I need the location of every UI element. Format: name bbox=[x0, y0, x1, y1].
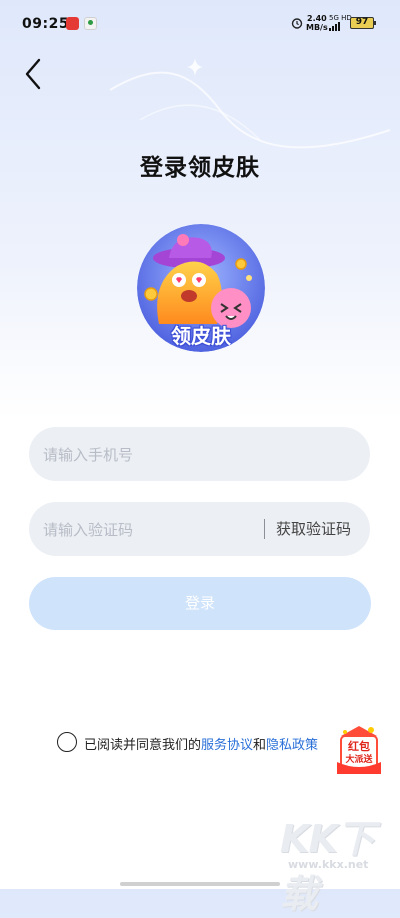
agreement-text: 已阅读并同意我们的服务协议和隐私政策 bbox=[84, 734, 318, 753]
agreement-prefix: 已阅读并同意我们的 bbox=[84, 738, 202, 753]
get-code-button[interactable]: 获取验证码 bbox=[276, 518, 351, 539]
notification-app-icon-2 bbox=[84, 17, 97, 30]
phone-input[interactable] bbox=[41, 427, 355, 483]
red-packet-line2: 大派送 bbox=[345, 755, 373, 765]
logo-label: 领皮肤 bbox=[171, 324, 231, 348]
back-button[interactable] bbox=[20, 56, 50, 92]
skin-logo: 领皮肤 bbox=[137, 224, 265, 352]
signal-icon bbox=[329, 22, 340, 31]
page-title: 登录领皮肤 bbox=[140, 155, 260, 181]
agreement-row: 已阅读并同意我们的服务协议和隐私政策 bbox=[57, 732, 357, 756]
red-packet-promo-button[interactable]: 红包 大派送 bbox=[335, 722, 383, 776]
agreement-checkbox[interactable] bbox=[57, 732, 77, 752]
privacy-policy-link[interactable]: 隐私政策 bbox=[266, 738, 318, 753]
alarm-icon bbox=[291, 18, 303, 29]
verification-code-field[interactable]: 获取验证码 bbox=[29, 502, 370, 558]
status-time: 09:25 bbox=[22, 16, 70, 32]
sparkle-icon bbox=[187, 58, 203, 76]
status-bar: 09:25 2.40 MB/s 5G HD 97 bbox=[0, 0, 400, 48]
network-type: 5G HD bbox=[329, 14, 352, 22]
battery-icon: 97 bbox=[350, 17, 374, 29]
battery-level: 97 bbox=[355, 17, 369, 27]
net-speed-unit: MB/s bbox=[306, 23, 328, 32]
notification-app-icon bbox=[66, 17, 79, 30]
agreement-and: 和 bbox=[253, 738, 267, 753]
home-indicator[interactable] bbox=[120, 882, 280, 886]
verification-code-input[interactable] bbox=[41, 502, 265, 558]
net-speed: 2.40 MB/s bbox=[306, 14, 328, 32]
phone-field[interactable] bbox=[29, 427, 370, 483]
watermark: KK下载 www.kkx.net bbox=[280, 808, 390, 916]
net-speed-value: 2.40 bbox=[307, 14, 327, 23]
login-button[interactable]: 登录 bbox=[29, 577, 371, 630]
watermark-url: www.kkx.net bbox=[288, 858, 369, 871]
service-agreement-link[interactable]: 服务协议 bbox=[201, 738, 253, 753]
field-divider bbox=[264, 519, 265, 539]
chevron-left-icon bbox=[25, 58, 41, 90]
battery-tip bbox=[374, 21, 376, 25]
